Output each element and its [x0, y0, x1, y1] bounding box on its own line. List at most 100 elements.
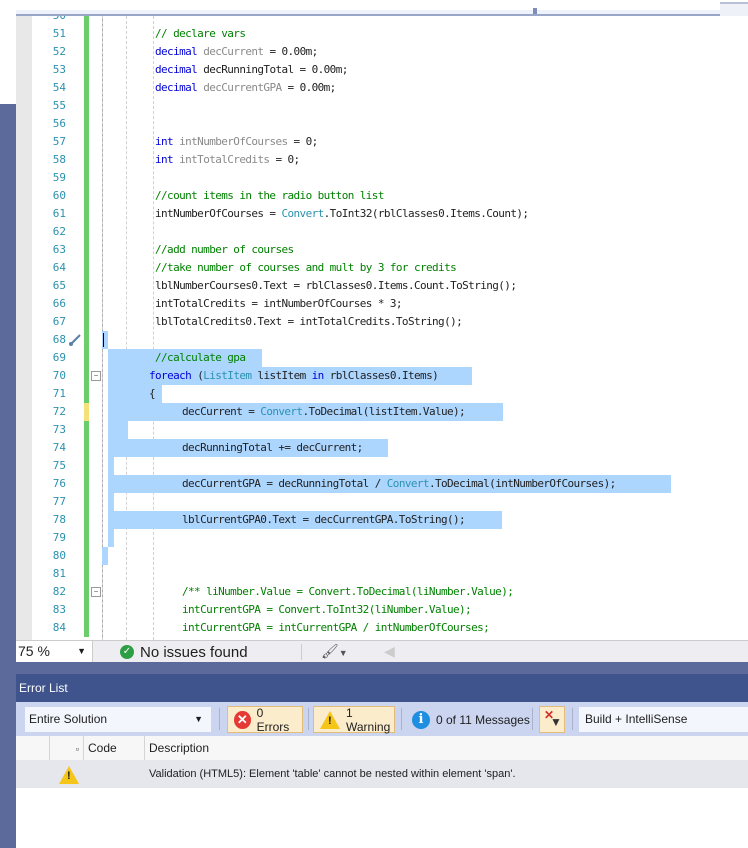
line-number: 62: [52, 225, 66, 238]
code-line[interactable]: 73: [16, 421, 748, 439]
code-text: intNumberOfCourses = Convert.ToInt32(rbl…: [155, 207, 529, 220]
line-number: 76: [52, 477, 66, 490]
code-line[interactable]: 72 decCurrent = Convert.ToDecimal(listIte…: [16, 403, 748, 421]
line-number: 58: [52, 153, 66, 166]
errors-filter-button[interactable]: ✕ 0 Errors: [227, 706, 303, 734]
change-marker: [84, 619, 89, 637]
code-line[interactable]: 54 decimal decCurrentGPA = 0.00m;: [16, 79, 748, 97]
source-dropdown[interactable]: Build + IntelliSense: [579, 707, 748, 732]
change-marker: [84, 151, 89, 169]
selection-highlight: [108, 529, 114, 547]
code-line[interactable]: 70 − foreach (ListItem listItem in rblClas…: [16, 367, 748, 385]
line-number: 68: [52, 333, 66, 346]
code-line[interactable]: 60 //count items in the radio button list: [16, 187, 748, 205]
code-line[interactable]: 77: [16, 493, 748, 511]
change-marker: [84, 313, 89, 331]
code-line[interactable]: 68: [16, 331, 748, 349]
code-line[interactable]: 82 − /** liNumber.Value = Convert.ToDecima…: [16, 583, 748, 601]
code-cleanup-button[interactable]: 🖌▼: [321, 643, 348, 660]
code-line[interactable]: 63 //add number of courses: [16, 241, 748, 259]
code-line[interactable]: 52 decimal decCurrent = 0.00m;: [16, 43, 748, 61]
change-marker: [84, 115, 89, 133]
code-line[interactable]: 80: [16, 547, 748, 565]
line-number: 69: [52, 351, 66, 364]
scope-value: Entire Solution: [29, 712, 108, 726]
error-description: Validation (HTML5): Element 'table' cann…: [149, 768, 516, 780]
error-list-row[interactable]: ! Validation (HTML5): Element 'table' ca…: [16, 760, 748, 788]
chevron-down-icon: ▼: [77, 646, 86, 656]
change-marker: [84, 187, 89, 205]
warning-icon: !: [59, 766, 79, 784]
line-number: 72: [52, 405, 66, 418]
code-line[interactable]: 62: [16, 223, 748, 241]
change-marker: [84, 529, 89, 547]
code-line[interactable]: 56: [16, 115, 748, 133]
left-panel-top: [0, 0, 16, 104]
line-number: 78: [52, 513, 66, 526]
change-marker: [84, 61, 89, 79]
code-line[interactable]: 64 //take number of courses and mult by 3…: [16, 259, 748, 277]
editor-horizontal-scrollbar[interactable]: [16, 0, 748, 16]
code-text: foreach (ListItem listItem in rblClasses…: [149, 369, 439, 382]
warnings-filter-button[interactable]: ! 1 Warning: [313, 706, 395, 734]
change-marker: [84, 421, 89, 439]
code-text: decimal decRunningTotal = 0.00m;: [155, 63, 348, 76]
code-line[interactable]: 84 intCurrentGPA = intCurrentGPA / intNum…: [16, 619, 748, 637]
code-line[interactable]: 76 decCurrentGPA = decRunningTotal / Conv…: [16, 475, 748, 493]
code-line[interactable]: 66 intTotalCredits = intNumberOfCourses *…: [16, 295, 748, 313]
line-number: 79: [52, 531, 66, 544]
source-value: Build + IntelliSense: [585, 712, 688, 726]
line-number: 63: [52, 243, 66, 256]
change-marker: [84, 241, 89, 259]
code-line[interactable]: 59: [16, 169, 748, 187]
code-line[interactable]: 51 // declare vars: [16, 25, 748, 43]
change-marker: [84, 169, 89, 187]
selection-highlight: [102, 547, 108, 565]
selection-highlight: [108, 457, 114, 475]
change-marker: [84, 331, 89, 349]
column-severity[interactable]: ▫: [49, 736, 83, 760]
collapse-icon[interactable]: −: [91, 371, 101, 381]
code-line[interactable]: 83 intCurrentGPA = Convert.ToInt32(liNumb…: [16, 601, 748, 619]
code-line[interactable]: 74 decRunningTotal += decCurrent;: [16, 439, 748, 457]
code-line[interactable]: 55: [16, 97, 748, 115]
change-marker: [84, 16, 89, 25]
code-line[interactable]: 79: [16, 529, 748, 547]
quick-actions-brush-icon[interactable]: [68, 333, 82, 347]
code-line[interactable]: 78 lblCurrentGPA0.Text = decCurrentGPA.To…: [16, 511, 748, 529]
issues-indicator[interactable]: ✓ No issues found: [120, 641, 248, 663]
scope-dropdown[interactable]: Entire Solution ▼: [25, 707, 211, 732]
error-list-body: [16, 788, 748, 848]
code-line[interactable]: 57 int intNumberOfCourses = 0;: [16, 133, 748, 151]
code-text: // declare vars: [155, 27, 246, 40]
code-editor[interactable]: 50 51 // declare vars 52 decimal decCurrent …: [16, 16, 748, 640]
line-number: 66: [52, 297, 66, 310]
left-side-panel: [0, 0, 16, 848]
clear-filter-button[interactable]: ✕ ▼: [539, 706, 565, 733]
navigate-left-button[interactable]: ◀: [384, 643, 395, 660]
change-marker: [84, 493, 89, 511]
collapse-icon[interactable]: −: [91, 587, 101, 597]
messages-count: 0 of 11 Messages: [436, 712, 530, 727]
code-line[interactable]: 67 lblTotalCredits0.Text = intTotalCredit…: [16, 313, 748, 331]
code-line[interactable]: 53 decimal decRunningTotal = 0.00m;: [16, 61, 748, 79]
code-line[interactable]: 58 int intTotalCredits = 0;: [16, 151, 748, 169]
line-number: 61: [52, 207, 66, 220]
line-number: 56: [52, 117, 66, 130]
change-marker: [84, 511, 89, 529]
code-line[interactable]: 65 lblNumberCourses0.Text = rblClasses0.I…: [16, 277, 748, 295]
column-description[interactable]: Description: [144, 736, 444, 760]
code-line[interactable]: 69 //calculate gpa: [16, 349, 748, 367]
code-line[interactable]: 81: [16, 565, 748, 583]
change-marker: [84, 205, 89, 223]
code-line[interactable]: 71 {: [16, 385, 748, 403]
column-code[interactable]: Code: [83, 736, 143, 760]
code-line[interactable]: 50: [16, 16, 748, 25]
messages-filter-button[interactable]: i 0 of 11 Messages: [408, 706, 534, 733]
zoom-level-dropdown[interactable]: 75 % ▼: [16, 641, 93, 662]
code-line[interactable]: 75: [16, 457, 748, 475]
code-line[interactable]: 61 intNumberOfCourses = Convert.ToInt32(r…: [16, 205, 748, 223]
split-tab[interactable]: [720, 2, 748, 16]
brush-icon: 🖌: [321, 643, 339, 659]
code-text: decimal decCurrent = 0.00m;: [155, 45, 318, 58]
